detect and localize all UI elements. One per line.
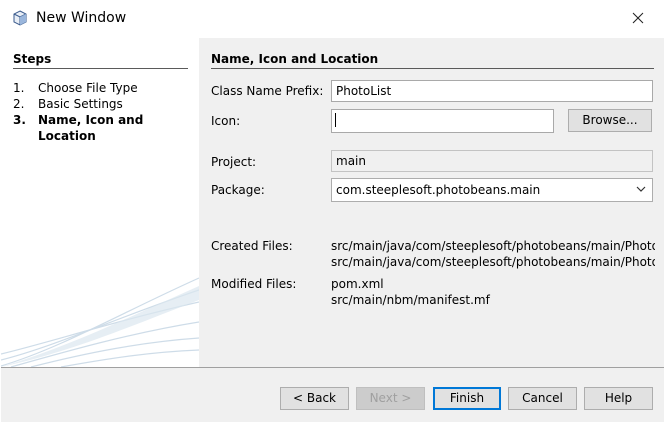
browse-button[interactable]: Browse... [568, 109, 652, 132]
modified-files-label: Modified Files: [211, 277, 297, 291]
back-button[interactable]: < Back [280, 387, 349, 410]
title-bar: New Window [0, 0, 665, 38]
created-file-item: src/main/java/com/steeplesoft/photobeans… [331, 239, 655, 253]
window-title: New Window [36, 10, 127, 26]
steps-divider [13, 68, 188, 69]
cancel-button[interactable]: Cancel [508, 387, 577, 410]
modified-file-item: src/main/nbm/manifest.mf [331, 293, 490, 307]
help-button[interactable]: Help [584, 387, 653, 410]
step-number: 2. [13, 97, 25, 111]
steps-panel: Steps 1. Choose File Type 2. Basic Setti… [1, 38, 199, 367]
netbeans-cube-icon [13, 10, 27, 26]
created-file-item: src/main/java/com/steeplesoft/photobeans… [331, 255, 655, 269]
created-files-label: Created Files: [211, 239, 293, 253]
next-button[interactable]: Next > [356, 387, 425, 410]
step-number: 1. [13, 81, 25, 95]
step-label: Name, Icon and Location [38, 113, 144, 143]
panel-divider [211, 68, 654, 69]
icon-label: Icon: [211, 114, 241, 128]
step-number: 3. [13, 113, 26, 127]
project-label: Project: [211, 155, 257, 169]
step-label: Choose File Type [38, 81, 138, 95]
step-label: Basic Settings [38, 97, 123, 111]
finish-button[interactable]: Finish [433, 387, 501, 410]
package-select[interactable]: com.steeplesoft.photobeans.main [331, 178, 653, 202]
package-selected-value: com.steeplesoft.photobeans.main [336, 183, 541, 197]
modified-file-item: pom.xml [331, 277, 384, 291]
close-icon[interactable] [628, 8, 648, 28]
panel-title: Name, Icon and Location [211, 52, 379, 66]
steps-title: Steps [13, 52, 52, 66]
button-bar-separator [1, 367, 664, 368]
class-name-prefix-label: Class Name Prefix: [211, 84, 324, 98]
text-caret [335, 113, 336, 127]
chevron-down-icon [636, 186, 646, 192]
decorative-swoosh [1, 277, 199, 367]
package-label: Package: [211, 183, 265, 197]
project-field: main [331, 150, 653, 172]
class-name-prefix-input[interactable]: PhotoList [331, 80, 653, 102]
icon-input[interactable] [331, 109, 554, 133]
